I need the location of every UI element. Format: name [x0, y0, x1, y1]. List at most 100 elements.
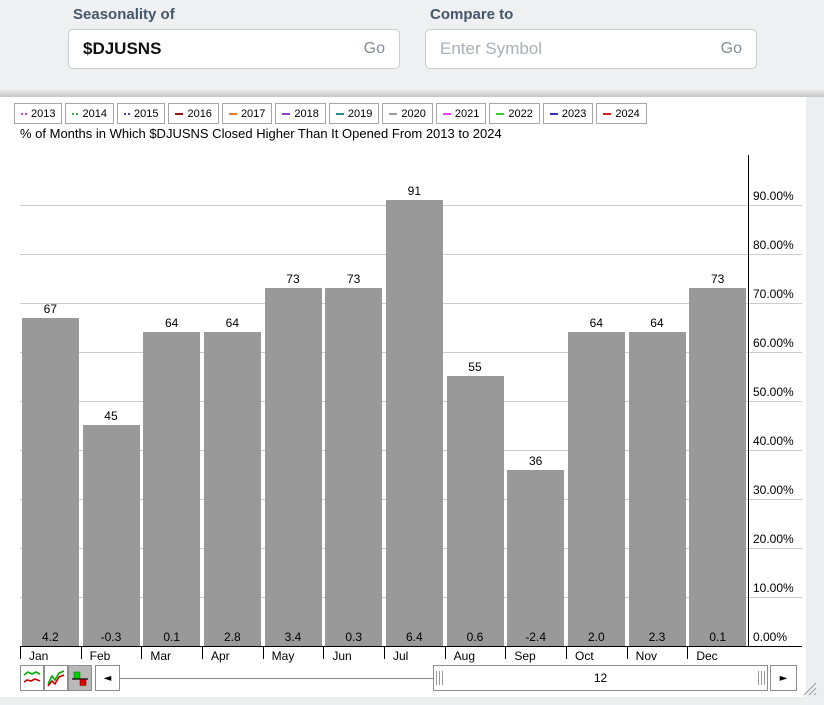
bar-mar: [143, 332, 200, 646]
compare-form: Compare to Go: [425, 6, 757, 69]
bar-footer-value: 2.0: [566, 630, 627, 644]
month-label: May: [272, 649, 295, 663]
compare-symbol-input[interactable]: [440, 39, 721, 59]
bar-value-label: 36: [505, 454, 566, 468]
scrollbar-thumb[interactable]: 12: [433, 665, 768, 691]
bar-jan: [22, 318, 79, 646]
seasonality-label: Seasonality of: [73, 6, 400, 23]
bar-value-label: 55: [445, 360, 506, 374]
month-tick: [627, 646, 628, 659]
bar-footer-value: 4.2: [20, 630, 81, 644]
month-label: Oct: [575, 649, 594, 663]
month-tick: [81, 646, 82, 659]
scrollbar-value: 12: [594, 671, 607, 685]
bar-value-label: 91: [384, 184, 445, 198]
month-tick: [323, 646, 324, 659]
scroll-left-button[interactable]: ◄: [95, 665, 120, 691]
month-tick: [20, 646, 21, 659]
line-chart-icon: [22, 668, 42, 688]
month-tick: [263, 646, 264, 659]
bar-footer-value: 0.6: [445, 630, 506, 644]
compare-go-button[interactable]: Go: [721, 40, 742, 58]
bar-sep: [507, 470, 564, 646]
bar-dec: [689, 288, 746, 646]
compare-input-box: Go: [425, 29, 757, 69]
month-tick: [566, 646, 567, 659]
thumb-grip-left-icon: [436, 671, 443, 685]
month-label: Jan: [29, 649, 48, 663]
compare-label: Compare to: [430, 6, 757, 23]
x-axis-line: [20, 646, 802, 647]
resize-handle-icon[interactable]: [800, 679, 818, 697]
performance-chart-icon: [46, 668, 66, 688]
scrollbar-track[interactable]: [120, 678, 433, 679]
bar-value-label: 64: [627, 316, 688, 330]
y-axis-label: 30.00%: [753, 483, 794, 497]
y-axis-label: 40.00%: [753, 434, 794, 448]
scroll-right-button[interactable]: ►: [770, 665, 797, 691]
bar-apr: [204, 332, 261, 646]
y-axis-label: 90.00%: [753, 189, 794, 203]
bar-feb: [83, 425, 140, 646]
histogram-chart-type-button[interactable]: [68, 665, 92, 691]
month-tick: [687, 646, 688, 659]
y-axis-line: [748, 155, 749, 647]
bar-footer-value: 0.1: [141, 630, 202, 644]
bar-footer-value: -2.4: [505, 630, 566, 644]
performance-chart-type-button[interactable]: [44, 665, 68, 691]
y-axis-label: 20.00%: [753, 532, 794, 546]
y-axis-label: 50.00%: [753, 385, 794, 399]
y-axis-label: 70.00%: [753, 287, 794, 301]
month-tick: [141, 646, 142, 659]
chart-panel: 2013201420152016201720182019202020212022…: [0, 97, 806, 697]
bar-footer-value: 2.8: [202, 630, 263, 644]
month-label: Sep: [514, 649, 535, 663]
header-divider: [0, 88, 824, 97]
month-tick: [445, 646, 446, 659]
bar-footer-value: 3.4: [263, 630, 324, 644]
month-tick: [202, 646, 203, 659]
y-axis-label: 10.00%: [753, 581, 794, 595]
seasonality-symbol-input[interactable]: [83, 39, 364, 59]
bar-value-label: 64: [202, 316, 263, 330]
bar-value-label: 67: [20, 302, 81, 316]
bar-value-label: 73: [687, 272, 748, 286]
bar-value-label: 73: [263, 272, 324, 286]
month-tick: [505, 646, 506, 659]
bar-jul: [386, 200, 443, 646]
month-label: Feb: [90, 649, 111, 663]
bar-value-label: 64: [566, 316, 627, 330]
seasonality-go-button[interactable]: Go: [364, 40, 385, 58]
month-label: Jun: [332, 649, 351, 663]
plot-area: 0.00% 10.00% 20.00% 30.00% 40.00% 50.00% 60.00…: [0, 97, 806, 697]
month-label: Apr: [211, 649, 230, 663]
bar-footer-value: 2.3: [627, 630, 688, 644]
seasonality-input-box: Go: [68, 29, 400, 69]
bar-nov: [629, 332, 686, 646]
line-chart-type-button[interactable]: [20, 665, 44, 691]
bar-footer-value: -0.3: [81, 630, 142, 644]
y-axis-label: 0.00%: [753, 630, 787, 644]
histogram-chart-icon: [70, 668, 90, 688]
bar-footer-value: 6.4: [384, 630, 445, 644]
bar-jun: [325, 288, 382, 646]
month-label: Nov: [636, 649, 657, 663]
bar-value-label: 64: [141, 316, 202, 330]
bar-footer-value: 0.1: [687, 630, 748, 644]
seasonality-app: { "header": { "seasonality_label": "Seas…: [0, 0, 824, 705]
thumb-grip-right-icon: [758, 671, 765, 685]
seasonality-form: Seasonality of Go: [68, 6, 400, 69]
month-label: Jul: [393, 649, 408, 663]
y-axis-label: 60.00%: [753, 336, 794, 350]
bar-value-label: 73: [323, 272, 384, 286]
month-label: Mar: [150, 649, 171, 663]
month-label: Dec: [696, 649, 717, 663]
symbol-forms-header: Seasonality of Go Compare to Go: [0, 0, 824, 88]
month-tick: [384, 646, 385, 659]
bar-value-label: 45: [81, 409, 142, 423]
bar-oct: [568, 332, 625, 646]
month-label: Aug: [454, 649, 475, 663]
bar-may: [265, 288, 322, 646]
y-axis-label: 80.00%: [753, 238, 794, 252]
bar-aug: [447, 376, 504, 646]
